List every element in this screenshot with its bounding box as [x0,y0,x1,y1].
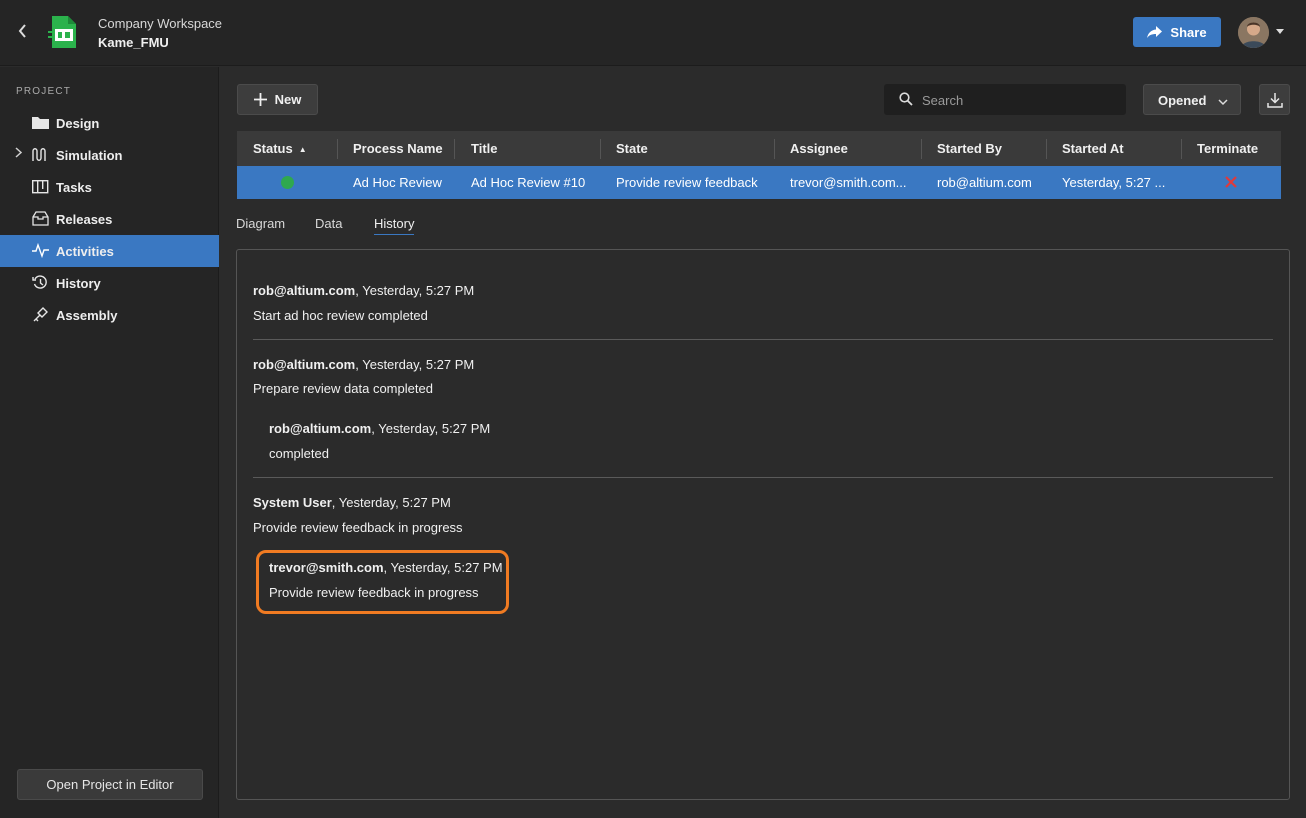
column-header-terminate[interactable]: Terminate [1197,131,1258,166]
sidebar-item-label: Activities [56,244,114,259]
top-bar: Company Workspace Kame_FMU Share [0,0,1306,66]
history-entry-time: , Yesterday, 5:27 PM [355,357,475,372]
chevron-down-icon [1218,94,1228,106]
search-icon [899,92,913,106]
open-project-in-editor-button[interactable]: Open Project in Editor [17,769,203,800]
history-entry-text: Start ad hoc review completed [253,308,428,323]
column-header-started-by[interactable]: Started By [937,131,1002,166]
user-avatar[interactable] [1238,17,1269,48]
history-entry-time: , Yesterday, 5:27 PM [331,495,451,510]
activities-icon [32,242,49,259]
assembly-icon [32,307,49,323]
sidebar-item-label: Design [56,116,100,131]
chevron-right-icon[interactable] [15,147,23,161]
history-entry-time: , Yesterday, 5:27 PM [371,421,491,436]
column-header-state[interactable]: State [616,131,648,166]
table-row[interactable]: Ad Hoc Review Ad Hoc Review #10 Provide … [237,166,1281,199]
history-entry-user: rob@altium.com [253,357,356,372]
cell-started-by: rob@altium.com [937,175,1032,190]
download-button[interactable] [1259,84,1290,115]
cell-process-name: Ad Hoc Review [353,175,442,190]
column-header-title[interactable]: Title [471,131,498,166]
column-divider[interactable] [337,139,338,159]
sidebar-item-label: Releases [56,212,113,227]
sidebar-item-design[interactable]: Design [0,107,219,139]
history-entry-header: System User, Yesterday, 5:27 PM [253,495,451,510]
table-header: Status ▲ Process Name Title State Assigne… [237,131,1281,166]
project-name: Kame_FMU [98,35,169,50]
cell-state: Provide review feedback [616,175,758,190]
plus-icon [253,93,267,106]
sidebar-item-assembly[interactable]: Assembly [0,299,219,331]
column-header-status[interactable]: Status ▲ [253,131,307,166]
column-divider[interactable] [1046,139,1047,159]
download-icon [1267,93,1283,108]
user-menu-caret-icon[interactable] [1276,27,1286,37]
sidebar-item-label: Tasks [56,180,92,195]
workspace-name: Company Workspace [98,16,223,31]
new-label: New [274,92,302,107]
history-icon [32,275,49,291]
sort-ascending-icon: ▲ [298,145,307,154]
share-label: Share [1170,24,1207,40]
search-input[interactable] [922,90,1112,110]
cell-assignee: trevor@smith.com... [790,175,907,190]
search-box[interactable] [884,84,1126,115]
terminate-close-icon[interactable] [1223,174,1239,190]
history-entry-text: Prepare review data completed [253,381,433,396]
tab-history[interactable]: History [374,216,415,235]
column-divider[interactable] [454,139,455,159]
history-subentry-text: completed [269,446,329,461]
opened-filter-dropdown[interactable]: Opened [1143,84,1241,115]
back-arrow-icon[interactable] [14,22,32,42]
column-header-process-name[interactable]: Process Name [353,131,443,166]
sidebar: PROJECT Design Simulation Tasks Releases… [0,67,219,818]
history-panel: rob@altium.com, Yesterday, 5:27 PM Start… [236,249,1290,800]
new-button[interactable]: New [237,84,318,115]
activities-table: Status ▲ Process Name Title State Assigne… [237,131,1281,199]
history-divider [253,339,1273,340]
sidebar-heading: PROJECT [16,86,72,97]
releases-icon [32,211,49,227]
column-header-assignee[interactable]: Assignee [790,131,848,166]
history-entry-time: , Yesterday, 5:27 PM [355,283,475,298]
pcb-project-icon [46,15,80,49]
column-header-label: Status [253,141,293,156]
highlight-callout [256,550,509,614]
tab-data[interactable]: Data [315,216,342,231]
sidebar-item-history[interactable]: History [0,267,219,299]
cell-title: Ad Hoc Review #10 [471,175,586,190]
history-entry-header: rob@altium.com, Yesterday, 5:27 PM [253,357,474,372]
column-divider[interactable] [774,139,775,159]
history-entry-header: rob@altium.com, Yesterday, 5:27 PM [253,283,474,298]
history-subentry-header: rob@altium.com, Yesterday, 5:27 PM [269,421,490,436]
tasks-icon [31,179,49,195]
simulation-icon [32,147,49,163]
sidebar-item-label: History [56,276,101,291]
history-divider [253,477,1273,478]
sidebar-item-releases[interactable]: Releases [0,203,219,235]
column-divider[interactable] [921,139,922,159]
column-divider[interactable] [600,139,601,159]
status-running-indicator [281,176,294,189]
history-entry-user: rob@altium.com [269,421,372,436]
folder-icon [32,115,49,131]
share-arrow-icon [1147,26,1163,38]
column-header-started-at[interactable]: Started At [1062,131,1124,166]
opened-filter-label: Opened [1158,93,1207,108]
cell-started-at: Yesterday, 5:27 ... [1062,175,1166,190]
history-entry-user: rob@altium.com [253,283,356,298]
sidebar-item-tasks[interactable]: Tasks [0,171,219,203]
column-divider[interactable] [1181,139,1182,159]
share-button[interactable]: Share [1133,17,1221,47]
tab-diagram[interactable]: Diagram [236,216,285,231]
history-entry-user: System User [253,495,332,510]
sidebar-item-label: Simulation [56,148,123,163]
sidebar-item-simulation[interactable]: Simulation [0,139,219,171]
sidebar-item-activities[interactable]: Activities [0,235,219,267]
sidebar-item-label: Assembly [56,308,118,323]
history-entry-text: Provide review feedback in progress [253,520,463,535]
